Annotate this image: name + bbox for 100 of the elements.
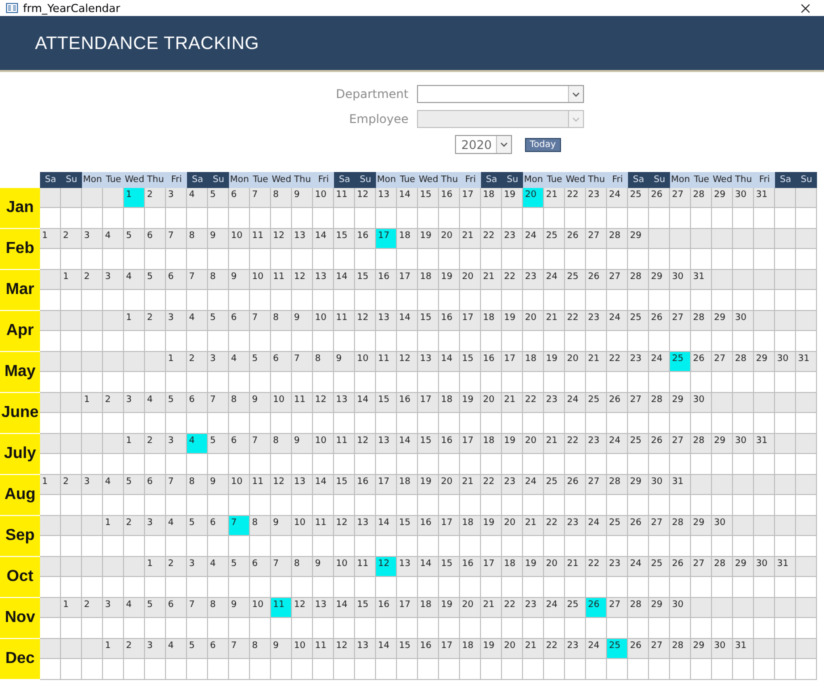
day-cell[interactable]: 28 — [628, 598, 649, 618]
day-cell[interactable]: 27 — [670, 188, 691, 208]
day-cell[interactable]: 17 — [397, 598, 418, 618]
day-cell[interactable]: 9 — [208, 229, 229, 249]
day-cell[interactable]: 13 — [376, 434, 397, 454]
day-cell[interactable]: 14 — [418, 557, 439, 577]
day-cell[interactable]: 21 — [565, 557, 586, 577]
day-cell[interactable]: 7 — [250, 311, 271, 331]
day-cell[interactable]: 3 — [166, 434, 187, 454]
day-cell[interactable]: 11 — [271, 270, 292, 290]
day-cell[interactable]: 8 — [271, 188, 292, 208]
day-cell[interactable]: 20 — [523, 311, 544, 331]
day-cell[interactable]: 18 — [418, 270, 439, 290]
day-cell[interactable]: 16 — [460, 557, 481, 577]
day-cell[interactable]: 20 — [523, 434, 544, 454]
day-cell[interactable]: 3 — [82, 475, 103, 495]
day-cell[interactable]: 15 — [376, 393, 397, 413]
day-cell[interactable]: 31 — [796, 352, 817, 372]
day-cell[interactable]: 7 — [208, 393, 229, 413]
day-cell[interactable]: 6 — [166, 598, 187, 618]
day-cell[interactable]: 30 — [712, 639, 733, 659]
day-cell[interactable]: 7 — [271, 557, 292, 577]
day-cell[interactable]: 24 — [544, 598, 565, 618]
day-cell[interactable]: 21 — [544, 434, 565, 454]
day-cell[interactable]: 14 — [397, 434, 418, 454]
day-cell[interactable]: 3 — [82, 229, 103, 249]
day-cell[interactable]: 24 — [544, 270, 565, 290]
day-cell[interactable]: 26 — [565, 475, 586, 495]
day-cell[interactable]: 18 — [481, 188, 502, 208]
day-cell[interactable]: 29 — [628, 475, 649, 495]
day-cell[interactable]: 16 — [355, 475, 376, 495]
day-cell[interactable]: 21 — [544, 311, 565, 331]
day-cell[interactable]: 28 — [691, 434, 712, 454]
day-cell[interactable]: 26 — [565, 229, 586, 249]
day-cell[interactable]: 14 — [334, 598, 355, 618]
day-cell[interactable]: 20 — [544, 557, 565, 577]
day-cell[interactable]: 6 — [208, 639, 229, 659]
day-cell[interactable]: 13 — [292, 475, 313, 495]
year-field[interactable]: 2020 — [455, 135, 512, 154]
day-cell[interactable]: 16 — [376, 270, 397, 290]
day-cell[interactable]: 27 — [649, 516, 670, 536]
day-cell[interactable]: 22 — [607, 352, 628, 372]
day-cell[interactable]: 28 — [733, 352, 754, 372]
day-cell[interactable]: 4 — [229, 352, 250, 372]
day-cell[interactable]: 11 — [334, 188, 355, 208]
day-cell[interactable]: 28 — [670, 516, 691, 536]
day-cell[interactable]: 18 — [523, 352, 544, 372]
day-cell[interactable]: 25 — [628, 434, 649, 454]
day-cell[interactable]: 26 — [649, 311, 670, 331]
day-cell[interactable]: 27 — [691, 557, 712, 577]
day-cell[interactable]: 20 — [523, 188, 544, 208]
day-cell[interactable]: 17 — [439, 516, 460, 536]
day-cell[interactable]: 6 — [145, 475, 166, 495]
day-cell[interactable]: 10 — [334, 557, 355, 577]
day-cell[interactable]: 21 — [481, 270, 502, 290]
day-cell[interactable]: 8 — [229, 393, 250, 413]
day-cell[interactable]: 10 — [355, 352, 376, 372]
day-cell[interactable]: 30 — [733, 434, 754, 454]
day-cell[interactable]: 20 — [439, 475, 460, 495]
day-cell[interactable]: 10 — [292, 516, 313, 536]
day-cell[interactable]: 4 — [166, 639, 187, 659]
day-cell[interactable]: 18 — [439, 393, 460, 413]
day-cell[interactable]: 21 — [523, 516, 544, 536]
day-cell[interactable]: 5 — [229, 557, 250, 577]
day-cell[interactable]: 16 — [439, 188, 460, 208]
day-cell[interactable]: 22 — [544, 516, 565, 536]
day-cell[interactable]: 15 — [418, 434, 439, 454]
day-cell[interactable]: 30 — [691, 393, 712, 413]
day-cell[interactable]: 11 — [355, 557, 376, 577]
day-cell[interactable]: 7 — [229, 639, 250, 659]
day-cell[interactable]: 25 — [607, 516, 628, 536]
day-cell[interactable]: 21 — [502, 393, 523, 413]
day-cell[interactable]: 19 — [502, 188, 523, 208]
day-cell[interactable]: 12 — [376, 557, 397, 577]
day-cell[interactable]: 8 — [187, 229, 208, 249]
day-cell[interactable]: 3 — [166, 311, 187, 331]
day-cell[interactable]: 12 — [334, 516, 355, 536]
day-cell[interactable]: 23 — [523, 598, 544, 618]
day-cell[interactable]: 10 — [229, 229, 250, 249]
day-cell[interactable]: 18 — [397, 475, 418, 495]
day-cell[interactable]: 27 — [586, 475, 607, 495]
day-cell[interactable]: 12 — [292, 270, 313, 290]
day-cell[interactable]: 13 — [376, 188, 397, 208]
day-cell[interactable]: 18 — [418, 598, 439, 618]
day-cell[interactable]: 27 — [607, 270, 628, 290]
day-cell[interactable]: 22 — [523, 393, 544, 413]
day-cell[interactable]: 22 — [502, 270, 523, 290]
day-cell[interactable]: 21 — [523, 639, 544, 659]
day-cell[interactable]: 10 — [250, 270, 271, 290]
day-cell[interactable]: 20 — [439, 229, 460, 249]
day-cell[interactable]: 17 — [460, 188, 481, 208]
day-cell[interactable]: 5 — [145, 270, 166, 290]
day-cell[interactable]: 8 — [208, 270, 229, 290]
day-cell[interactable]: 25 — [565, 270, 586, 290]
day-cell[interactable]: 17 — [481, 557, 502, 577]
day-cell[interactable]: 13 — [313, 598, 334, 618]
day-cell[interactable]: 17 — [376, 475, 397, 495]
day-cell[interactable]: 29 — [691, 516, 712, 536]
day-cell[interactable]: 11 — [313, 639, 334, 659]
day-cell[interactable]: 30 — [712, 516, 733, 536]
